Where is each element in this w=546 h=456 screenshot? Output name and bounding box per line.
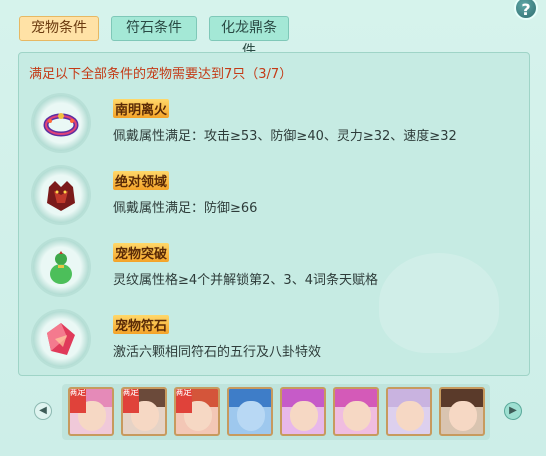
pet-avatar[interactable]: 满足	[174, 387, 220, 436]
pet-face	[449, 401, 477, 431]
pet-avatar[interactable]	[386, 387, 432, 436]
condition-row: 宠物突破 灵纹属性格≥4个并解锁第2、3、4词条天赋格	[29, 237, 509, 301]
condition-title: 宠物符石	[113, 315, 170, 334]
gourd-icon	[33, 239, 89, 295]
pet-avatar[interactable]	[227, 387, 273, 436]
prev-arrow-button[interactable]: ◀	[34, 402, 52, 420]
pet-face	[396, 401, 424, 431]
condition-title: 南明离火	[113, 99, 170, 118]
requirement-header: 满足以下全部条件的宠物需要达到7只（3/7）	[29, 67, 293, 82]
conditions-panel: 满足以下全部条件的宠物需要达到7只（3/7） 南明离火 佩戴属性满足：攻击≥53…	[18, 52, 530, 376]
tab-bar: 宠物条件 符石条件 化龙鼎条件	[19, 16, 289, 59]
condition-row: 宠物符石 激活六颗相同符石的五行及八卦特效	[29, 309, 509, 373]
rune-stone-icon	[33, 311, 89, 367]
satisfied-badge: 满足	[123, 389, 139, 413]
condition-title: 绝对领域	[113, 171, 170, 190]
tab-pet-conditions[interactable]: 宠物条件	[19, 16, 99, 41]
flame-ring-icon	[33, 95, 89, 151]
pet-avatar[interactable]: 满足	[68, 387, 114, 436]
pet-avatar[interactable]: 满足	[121, 387, 167, 436]
pet-face	[237, 401, 265, 431]
tab-dragon-cauldron-conditions[interactable]: 化龙鼎条件	[209, 16, 289, 59]
pet-face	[343, 401, 371, 431]
condition-row: 南明离火 佩戴属性满足：攻击≥53、防御≥40、灵力≥32、速度≥32	[29, 93, 509, 157]
satisfied-badge: 满足	[176, 389, 192, 413]
next-arrow-button[interactable]: ▶	[504, 402, 522, 420]
demon-armor-icon	[33, 167, 89, 223]
pet-avatar[interactable]	[280, 387, 326, 436]
tab-rune-conditions[interactable]: 符石条件	[111, 16, 197, 41]
condition-desc: 佩戴属性满足：攻击≥53、防御≥40、灵力≥32、速度≥32	[113, 129, 457, 144]
condition-desc: 佩戴属性满足：防御≥66	[113, 201, 258, 216]
pet-strip: 满足 满足 满足	[62, 384, 490, 440]
help-button[interactable]: ?	[514, 0, 538, 20]
condition-desc: 灵纹属性格≥4个并解锁第2、3、4词条天赋格	[113, 273, 378, 288]
condition-title: 宠物突破	[113, 243, 170, 262]
condition-row: 绝对领域 佩戴属性满足：防御≥66	[29, 165, 509, 229]
pet-avatar[interactable]	[333, 387, 379, 436]
pet-face	[290, 401, 318, 431]
pet-avatar[interactable]	[439, 387, 485, 436]
condition-desc: 激活六颗相同符石的五行及八卦特效	[113, 345, 322, 360]
satisfied-badge: 满足	[70, 389, 86, 413]
